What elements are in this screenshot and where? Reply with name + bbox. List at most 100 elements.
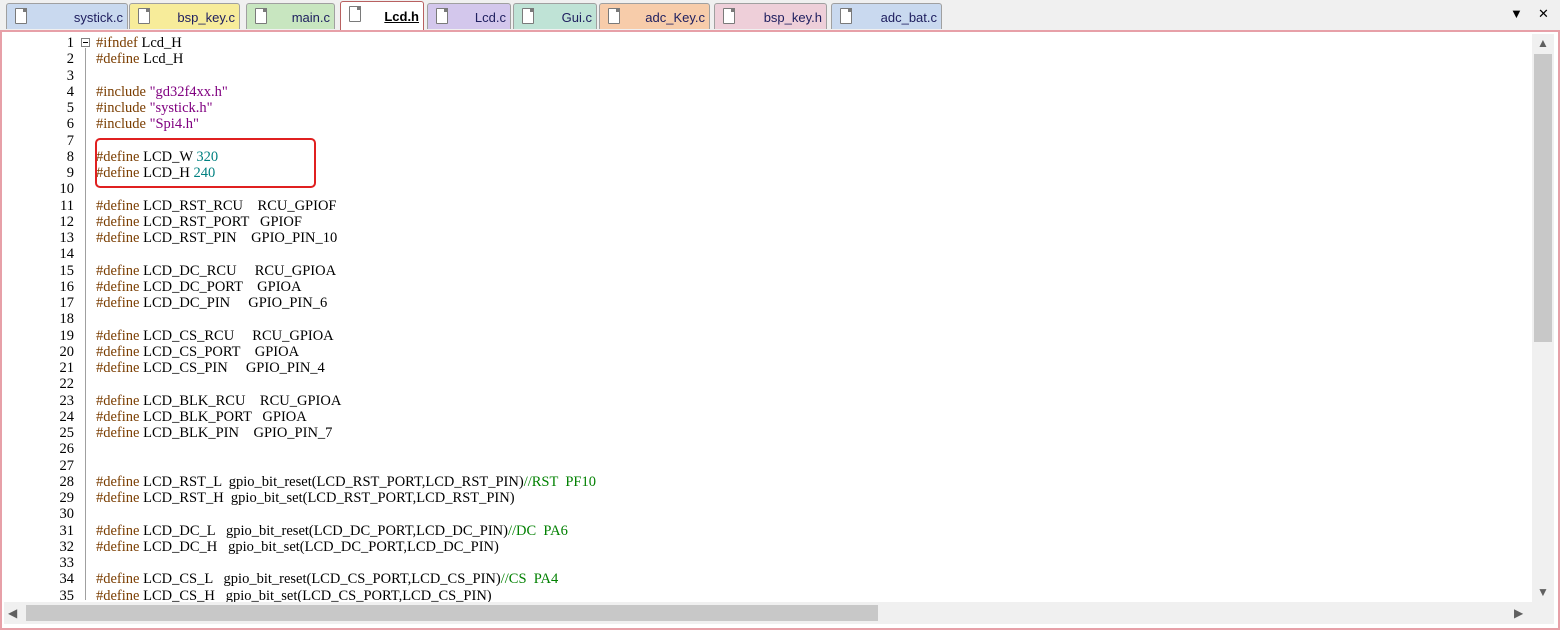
code-token: LCD_RST_L gpio_bit_reset(LCD_RST_PORT,LC… <box>139 473 524 490</box>
scroll-up-icon[interactable]: ▲ <box>1537 36 1549 50</box>
tab-list-dropdown-icon[interactable]: ▼ <box>1510 6 1523 21</box>
tab-label: systick.c <box>73 10 123 25</box>
line-number: 23 <box>59 392 75 409</box>
line-number: 26 <box>59 441 75 458</box>
code-token: LCD_DC_RCU RCU_GPIOA <box>139 262 337 279</box>
tab-systick-c[interactable]: systick.c <box>6 3 128 29</box>
line-number: 2 <box>66 51 74 68</box>
line-code: #define LCD_RST_L gpio_bit_reset(LCD_RST… <box>96 474 596 490</box>
code-line[interactable]: 1 #ifndef Lcd_H <box>6 35 1531 51</box>
line-number: 14 <box>59 246 75 263</box>
code-token: #define <box>96 295 140 311</box>
code-line[interactable]: 15 #define LCD_DC_RCU RCU_GPIOA <box>6 263 1531 279</box>
line-number: 33 <box>59 555 75 571</box>
horizontal-scrollbar[interactable]: ◀ ▶ <box>4 602 1532 624</box>
line-code: #define LCD_RST_PIN GPIO_PIN_10 <box>96 230 337 246</box>
line-number: 11 <box>60 197 74 214</box>
line-number: 3 <box>66 67 74 84</box>
code-token: #define <box>96 425 140 441</box>
line-number: 28 <box>59 473 75 490</box>
line-number: 10 <box>59 181 75 198</box>
code-line[interactable]: 27 <box>6 458 1531 474</box>
code-line[interactable]: 34 #define LCD_CS_L gpio_bit_reset(LCD_CS… <box>6 571 1531 587</box>
line-code: #include "Spi4.h" <box>96 116 199 132</box>
code-line[interactable]: 31 #define LCD_DC_L gpio_bit_reset(LCD_DC… <box>6 523 1531 539</box>
tab-adc-key-c[interactable]: adc_Key.c <box>599 3 710 29</box>
line-code: #define LCD_RST_RCU RCU_GPIOF <box>96 198 336 214</box>
code-line[interactable]: 5 #include "systick.h" <box>6 100 1531 116</box>
tab-lcd-h[interactable]: Lcd.h <box>340 1 424 30</box>
code-line[interactable]: 30 <box>6 506 1531 522</box>
line-code: #define LCD_DC_L gpio_bit_reset(LCD_DC_P… <box>96 523 568 539</box>
code-line[interactable]: 25 #define LCD_BLK_PIN GPIO_PIN_7 <box>6 425 1531 441</box>
code-line[interactable]: 21 #define LCD_CS_PIN GPIO_PIN_4 <box>6 360 1531 376</box>
line-code: #define LCD_DC_PIN GPIO_PIN_6 <box>96 295 327 311</box>
code-line[interactable]: 29 #define LCD_RST_H gpio_bit_set(LCD_RST… <box>6 490 1531 506</box>
code-line[interactable]: 33 <box>6 555 1531 571</box>
code-line[interactable]: 19 #define LCD_CS_RCU RCU_GPIOA <box>6 328 1531 344</box>
code-editor[interactable]: 1 #ifndef Lcd_H 2 #define Lcd_H 3 4 #include "… <box>6 34 1531 602</box>
code-token: #define <box>96 278 140 295</box>
scroll-down-icon[interactable]: ▼ <box>1537 585 1549 599</box>
code-token: LCD_BLK_PORT GPIOA <box>139 408 307 425</box>
tab-adc-bat-c[interactable]: adc_bat.c <box>831 3 942 29</box>
code-line[interactable]: 6 #include "Spi4.h" <box>6 116 1531 132</box>
line-code: #define LCD_BLK_PIN GPIO_PIN_7 <box>96 425 332 441</box>
code-token: Lcd_H <box>137 35 182 51</box>
line-code: #define LCD_BLK_PORT GPIOA <box>96 409 307 425</box>
line-number: 18 <box>59 311 75 328</box>
code-line[interactable]: 28 #define LCD_RST_L gpio_bit_reset(LCD_R… <box>6 474 1531 490</box>
vertical-scrollbar[interactable]: ▲ ▼ <box>1532 34 1554 602</box>
tab-gui-c[interactable]: Gui.c <box>513 3 597 29</box>
code-line[interactable]: 20 #define LCD_CS_PORT GPIOA <box>6 344 1531 360</box>
line-code: #include "systick.h" <box>96 100 213 116</box>
line-code: #define LCD_DC_H gpio_bit_set(LCD_DC_POR… <box>96 539 499 555</box>
code-line[interactable]: 24 #define LCD_BLK_PORT GPIOA <box>6 409 1531 425</box>
code-token: #define <box>96 197 140 214</box>
line-number: 31 <box>59 522 75 539</box>
line-code: #define LCD_CS_PORT GPIOA <box>96 344 299 360</box>
code-token: #define <box>96 360 140 376</box>
tab-bsp-key-c[interactable]: bsp_key.c <box>129 3 240 29</box>
code-line[interactable]: 3 <box>6 68 1531 84</box>
code-token: LCD_DC_PIN GPIO_PIN_6 <box>139 295 328 311</box>
vertical-scroll-thumb[interactable] <box>1534 54 1552 342</box>
scrollbar-corner <box>1532 602 1554 624</box>
code-line[interactable]: 26 <box>6 441 1531 457</box>
code-line[interactable]: 17 #define LCD_DC_PIN GPIO_PIN_6 <box>6 295 1531 311</box>
code-line[interactable]: 12 #define LCD_RST_PORT GPIOF <box>6 214 1531 230</box>
close-tab-icon[interactable]: ✕ <box>1538 6 1549 22</box>
code-token: #define <box>96 587 140 603</box>
line-number: 27 <box>59 457 75 474</box>
code-token: #define <box>96 51 140 68</box>
code-line[interactable]: 14 <box>6 246 1531 262</box>
code-line[interactable]: 11 #define LCD_RST_RCU RCU_GPIOF <box>6 198 1531 214</box>
horizontal-scroll-thumb[interactable] <box>26 605 878 621</box>
code-line[interactable]: 23 #define LCD_BLK_RCU RCU_GPIOA <box>6 393 1531 409</box>
code-lines: 1 #ifndef Lcd_H 2 #define Lcd_H 3 4 #include "… <box>6 35 1531 602</box>
tab-bsp-key-h[interactable]: bsp_key.h <box>714 3 827 29</box>
tab-main-c[interactable]: main.c <box>246 3 335 29</box>
code-line[interactable]: 16 #define LCD_DC_PORT GPIOA <box>6 279 1531 295</box>
code-token: //DC PA6 <box>507 522 568 539</box>
code-line[interactable]: 18 <box>6 311 1531 327</box>
tab-label: Lcd.c <box>474 10 506 25</box>
line-code: #define LCD_DC_RCU RCU_GPIOA <box>96 263 336 279</box>
line-number: 34 <box>59 571 75 588</box>
line-number: 20 <box>59 343 75 360</box>
tab-label: Lcd.h <box>384 9 419 24</box>
code-token: LCD_CS_L gpio_bit_reset(LCD_CS_PORT,LCD_… <box>139 571 501 588</box>
tab-label: main.c <box>291 10 330 25</box>
scroll-left-icon[interactable]: ◀ <box>8 606 17 620</box>
code-line[interactable]: 4 #include "gd32f4xx.h" <box>6 84 1531 100</box>
code-line[interactable]: 13 #define LCD_RST_PIN GPIO_PIN_10 <box>6 230 1531 246</box>
code-line[interactable]: 22 <box>6 376 1531 392</box>
code-token: LCD_RST_RCU RCU_GPIOF <box>139 197 337 214</box>
tab-lcd-c[interactable]: Lcd.c <box>427 3 511 29</box>
scroll-right-icon[interactable]: ▶ <box>1514 606 1523 620</box>
code-line[interactable]: 32 #define LCD_DC_H gpio_bit_set(LCD_DC_P… <box>6 539 1531 555</box>
code-token: #include <box>96 116 146 133</box>
code-line[interactable]: 35 #define LCD_CS_H gpio_bit_set(LCD_CS_P… <box>6 588 1531 603</box>
code-line[interactable]: 2 #define Lcd_H <box>6 51 1531 67</box>
code-token: LCD_DC_PORT GPIOA <box>139 278 302 295</box>
